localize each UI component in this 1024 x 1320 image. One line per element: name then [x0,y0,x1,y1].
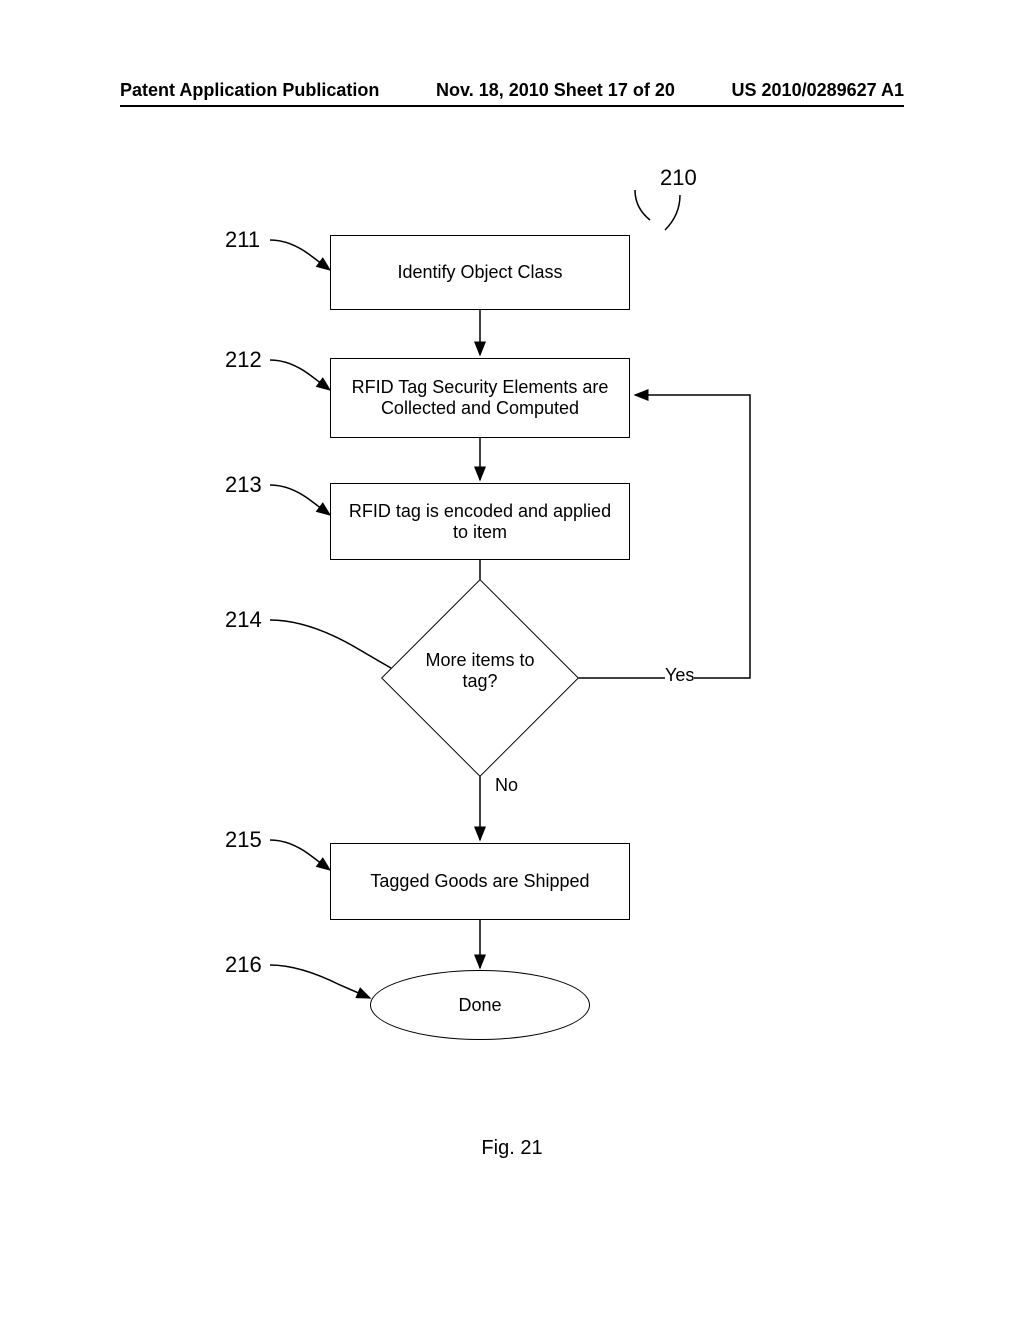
edge-yes: Yes [665,665,694,686]
ref-213: 213 [225,472,262,498]
step-211-text: Identify Object Class [397,262,562,283]
step-215-text: Tagged Goods are Shipped [370,871,589,892]
step-216-done: Done [370,970,590,1040]
ref-216: 216 [225,952,262,978]
ref-214: 214 [225,607,262,633]
header-middle: Nov. 18, 2010 Sheet 17 of 20 [436,80,675,101]
ref-210: 210 [660,165,697,191]
step-216-text: Done [458,995,501,1016]
ref-215: 215 [225,827,262,853]
step-213-text: RFID tag is encoded and applied to item [341,501,619,543]
header-right: US 2010/0289627 A1 [732,80,904,101]
step-212-text: RFID Tag Security Elements are Collected… [341,377,619,419]
step-212-box: RFID Tag Security Elements are Collected… [330,358,630,438]
step-213-box: RFID tag is encoded and applied to item [330,483,630,560]
step-215-box: Tagged Goods are Shipped [330,843,630,920]
edge-no: No [495,775,518,796]
page-header: Patent Application Publication Nov. 18, … [120,80,904,107]
header-left: Patent Application Publication [120,80,379,101]
decision-214-text: More items to tag? [410,650,550,692]
ref-212: 212 [225,347,262,373]
flowchart-diagram: 210 211 212 213 214 215 216 Identify Obj… [0,160,1024,1160]
figure-caption: Fig. 21 [0,1137,1024,1160]
ref-211: 211 [225,227,260,253]
step-211-box: Identify Object Class [330,235,630,310]
